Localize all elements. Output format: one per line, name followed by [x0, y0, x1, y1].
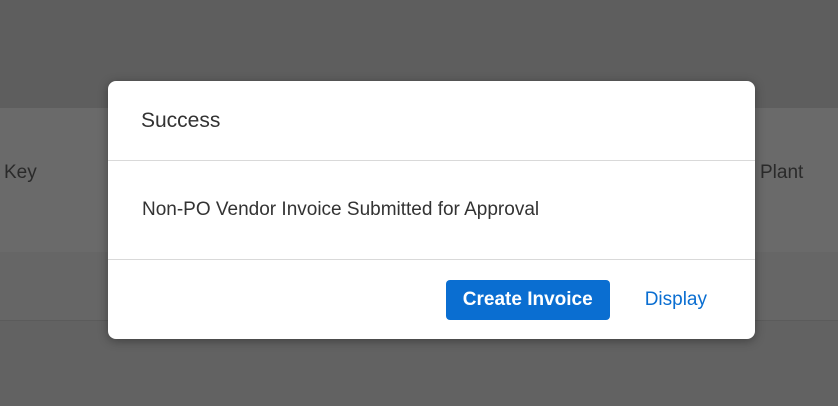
dialog-footer: Create Invoice Display — [108, 260, 755, 339]
success-dialog: Success Non-PO Vendor Invoice Submitted … — [108, 81, 755, 339]
dialog-body: Non-PO Vendor Invoice Submitted for Appr… — [108, 161, 755, 260]
dialog-message: Non-PO Vendor Invoice Submitted for Appr… — [142, 199, 540, 220]
create-invoice-button[interactable]: Create Invoice — [445, 279, 610, 320]
column-header-plant: Plant — [760, 162, 804, 183]
dialog-title: Success — [141, 108, 221, 132]
dialog-header: Success — [108, 81, 755, 161]
display-button[interactable]: Display — [645, 289, 707, 311]
column-header-key: Key — [4, 162, 37, 183]
app-page: Key Plant Success Non-PO Vendor Invoice … — [0, 0, 838, 406]
